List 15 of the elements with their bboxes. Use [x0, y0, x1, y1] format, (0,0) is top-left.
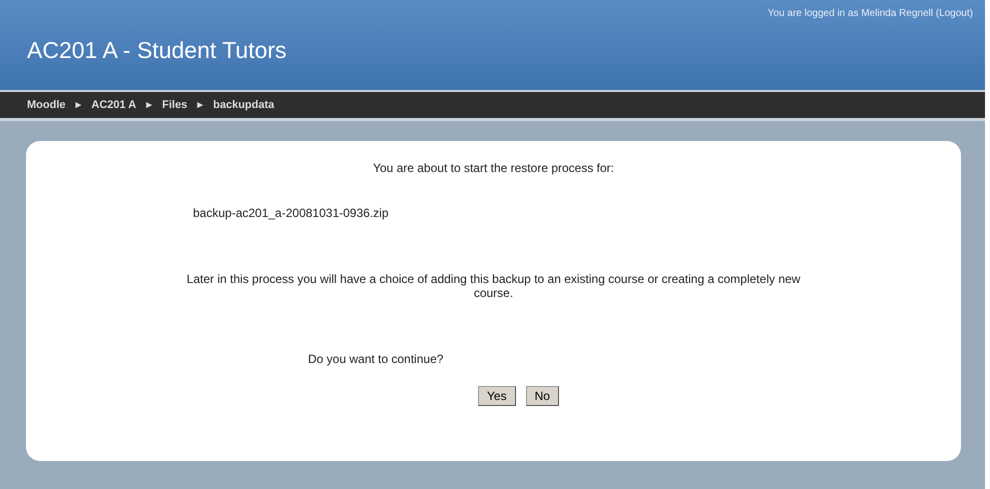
- breadcrumb-link[interactable]: AC201 A: [91, 99, 136, 111]
- breadcrumb-link[interactable]: Moodle: [27, 99, 66, 111]
- breadcrumb-current: backupdata: [213, 99, 274, 111]
- file-name: backup-ac201_a-20081031-0936.zip: [192, 206, 390, 220]
- course-title: AC201 A - Student Tutors: [27, 37, 288, 64]
- separator-icon: ►: [144, 100, 154, 110]
- note-text: Later in this process you will have a choice of adding this backup to an existing course or creating a completely new course.: [186, 272, 802, 300]
- intro-text: You are about to start the restore process for:: [372, 161, 616, 175]
- separator-icon: ►: [195, 100, 206, 110]
- separator-icon: ►: [74, 100, 84, 110]
- answer-button[interactable]: No: [526, 386, 559, 406]
- login-info: You are logged in as Melinda Regnell (Logout): [766, 8, 973, 19]
- question-text: Do you want to continue?: [307, 352, 444, 366]
- breadcrumb-link[interactable]: Files: [162, 99, 188, 111]
- answer-button[interactable]: Yes: [478, 386, 516, 406]
